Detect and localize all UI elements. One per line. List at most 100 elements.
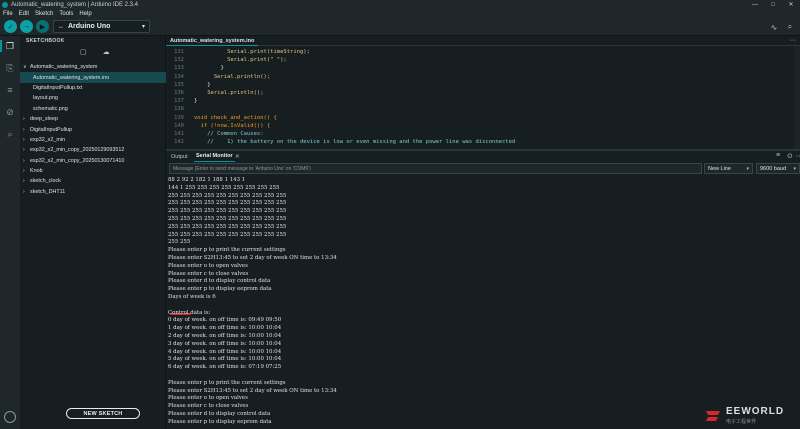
chevron-right-icon: › [23, 168, 25, 175]
code-text: } [194, 98, 198, 105]
chevron-right-icon: › [23, 178, 25, 185]
maximize-button[interactable]: □ [764, 0, 782, 9]
menu-file[interactable]: File [3, 11, 13, 17]
sidebar-file[interactable]: Automatic_watering_system.ino [20, 72, 166, 83]
menu-bar: File Edit Sketch Tools Help [0, 9, 800, 18]
serial-output-line: 255 255 255 255 255 255 255 255 255 255 [168, 216, 287, 222]
code-line[interactable]: 133 } [166, 64, 800, 72]
sidebar-item-label: DigitalInputPullup.txt [33, 84, 83, 91]
serial-output-line: 144 1 255 255 255 255 255 255 255 255 [168, 184, 280, 191]
line-ending-select[interactable]: New Line ▾ [704, 163, 753, 174]
sidebar-item-label: schematic.png [33, 105, 68, 112]
serial-output-line: Please enter o to open valves [168, 395, 248, 402]
sidebar-folder[interactable]: › sketch_DHT11 [20, 187, 166, 197]
board-selector[interactable]: ↔ Arduino Uno ▾ [53, 20, 150, 33]
upload-button[interactable]: → [20, 20, 33, 33]
chevron-down-icon: ∨ [23, 64, 27, 71]
code-editor[interactable]: 131 Serial.print(timeString); 132 Serial.… [166, 46, 800, 149]
code-line[interactable]: 131 Serial.print(timeString); [166, 48, 800, 56]
baud-rate-select[interactable]: 9600 baud ▾ [756, 163, 800, 174]
code-line[interactable]: 132 Serial.print(" "); [166, 56, 800, 64]
menu-tools[interactable]: Tools [59, 11, 73, 17]
boards-manager-icon[interactable]: ⎘ [4, 62, 16, 74]
code-line[interactable]: 135 } [166, 81, 800, 89]
sidebar-item-label: esp32_s2_min_copy_20250130071410 [30, 157, 125, 164]
sidebar-file[interactable]: DigitalInputPullup.txt [20, 83, 166, 93]
sidebar-folder[interactable]: ∨ Automatic_watering_system [20, 62, 166, 72]
local-sketchbook-icon[interactable]: ▢ [80, 48, 87, 56]
line-number: 141 [174, 131, 184, 137]
more-options-icon[interactable]: ⋯ [796, 152, 800, 160]
code-line[interactable]: 134 Serial.println(); [166, 73, 800, 81]
code-line[interactable]: 137} [166, 97, 800, 105]
arrow-right-icon: → [23, 23, 30, 30]
code-text: } [194, 65, 224, 72]
line-number: 138 [174, 106, 184, 113]
new-sketch-button[interactable]: NEW SKETCH [66, 408, 140, 419]
title-bar: Automatic_watering_system | Arduino IDE … [0, 0, 800, 9]
code-line[interactable]: 140 if (!now.IsValid()) { [166, 122, 800, 130]
serial-message-input[interactable] [169, 163, 702, 174]
menu-help[interactable]: Help [79, 11, 91, 17]
account-icon[interactable] [4, 411, 16, 423]
sidebar-folder[interactable]: › esp32_s2_min_copy_20250129093512 [20, 145, 166, 155]
sidebar-item-label: Automatic_watering_system.ino [33, 74, 110, 81]
editor-tab-active[interactable]: Automatic_watering_system.ino [166, 36, 259, 46]
sidebar-file[interactable]: layout.png [20, 93, 166, 103]
tab-serial-monitor[interactable]: Serial Monitor [194, 151, 235, 162]
chevron-down-icon: ▾ [141, 24, 145, 30]
baud-rate-value: 9600 baud [760, 165, 786, 172]
code-line[interactable]: 138 [166, 105, 800, 113]
close-icon[interactable]: ✕ [233, 151, 242, 162]
line-number: 132 [174, 57, 184, 64]
code-text: if (!now.IsValid()) { [194, 122, 271, 129]
debug-button[interactable]: ▶ [36, 20, 49, 33]
code-line[interactable]: 139 void check_and_action() { [166, 114, 800, 122]
serial-monitor-icon[interactable]: ⌕ [784, 21, 796, 33]
sidebar-folder[interactable]: › esp32_s2_min [20, 135, 166, 145]
minimize-button[interactable]: — [746, 0, 764, 9]
chevron-down-icon: ▾ [746, 165, 749, 172]
line-ending-value: New Line [708, 165, 731, 172]
sidebar-item-label: sketch_clock [30, 178, 61, 185]
sidebar-folder[interactable]: › Knob [20, 166, 166, 176]
serial-output-line: 1 day of week. on off time is: 10:00 10:… [168, 325, 282, 332]
serial-monitor-output[interactable]: 88 2 92 2 182 1 188 1 143 1 144 1 255 255… [166, 175, 800, 429]
sketchbook-icon[interactable]: ❐ [0, 40, 16, 52]
menu-sketch[interactable]: Sketch [35, 11, 53, 17]
toggle-autoscroll-icon[interactable]: ≡ [776, 152, 780, 159]
line-number: 134 [174, 73, 184, 80]
library-manager-icon[interactable]: ≡ [4, 84, 16, 96]
serial-plotter-icon[interactable]: ∿ [768, 21, 780, 33]
serial-output-line: 3 day of week. on off time is: 10:00 10:… [168, 340, 282, 347]
sketch-tree: ∨ Automatic_watering_system Automatic_wate… [20, 62, 166, 197]
timestamp-icon[interactable]: ⊙ [787, 152, 793, 160]
menu-edit[interactable]: Edit [19, 11, 29, 17]
editor-tab-bar: Automatic_watering_system.ino ⋯ [166, 36, 800, 46]
code-line[interactable]: 136 Serial.println(); [166, 89, 800, 97]
sidebar-item-label: sketch_DHT11 [30, 188, 66, 195]
code-line[interactable]: 142 // 1) the battery on the device is l… [166, 138, 800, 146]
more-icon[interactable]: ⋯ [790, 37, 796, 44]
cloud-icon[interactable]: ☁ [103, 48, 110, 56]
sidebar-folder[interactable]: › esp32_s2_min_copy_20250130071410 [20, 156, 166, 166]
code-line[interactable]: 141 // Common Causes: [166, 130, 800, 138]
sidebar-folder[interactable]: › deep_sleep [20, 114, 166, 124]
serial-output-line: 0 day of week. on off time is: 09:49 09:… [168, 317, 282, 324]
close-window-button[interactable]: ✕ [782, 0, 800, 9]
tab-output[interactable]: Output [169, 151, 190, 162]
sidebar-folder[interactable]: › sketch_clock [20, 176, 166, 186]
eeworld-watermark: EEWORLD 电子工程世界 [704, 405, 800, 429]
debug-view-icon[interactable]: ⊘ [4, 106, 16, 118]
toolbar: ✓ → ▶ ↔ Arduino Uno ▾ ∿ ⌕ [0, 18, 800, 36]
serial-output-line: Please enter p to print the current sett… [168, 247, 286, 254]
search-icon[interactable]: ⌕ [4, 128, 16, 140]
sketchbook-sidebar: SKETCHBOOK ▢ ☁ ∨ Automatic_watering_syste… [20, 36, 166, 429]
serial-output-line: 255 255 [168, 239, 191, 246]
sidebar-folder[interactable]: › DigitalInputPullup [20, 124, 166, 134]
verify-button[interactable]: ✓ [4, 20, 17, 33]
serial-output-line: 5 day of week. on off time is: 10:00 10:… [168, 356, 282, 363]
code-text: Serial.println(); [194, 90, 264, 96]
sidebar-file[interactable]: schematic.png [20, 104, 166, 114]
code-text: } [194, 81, 211, 88]
